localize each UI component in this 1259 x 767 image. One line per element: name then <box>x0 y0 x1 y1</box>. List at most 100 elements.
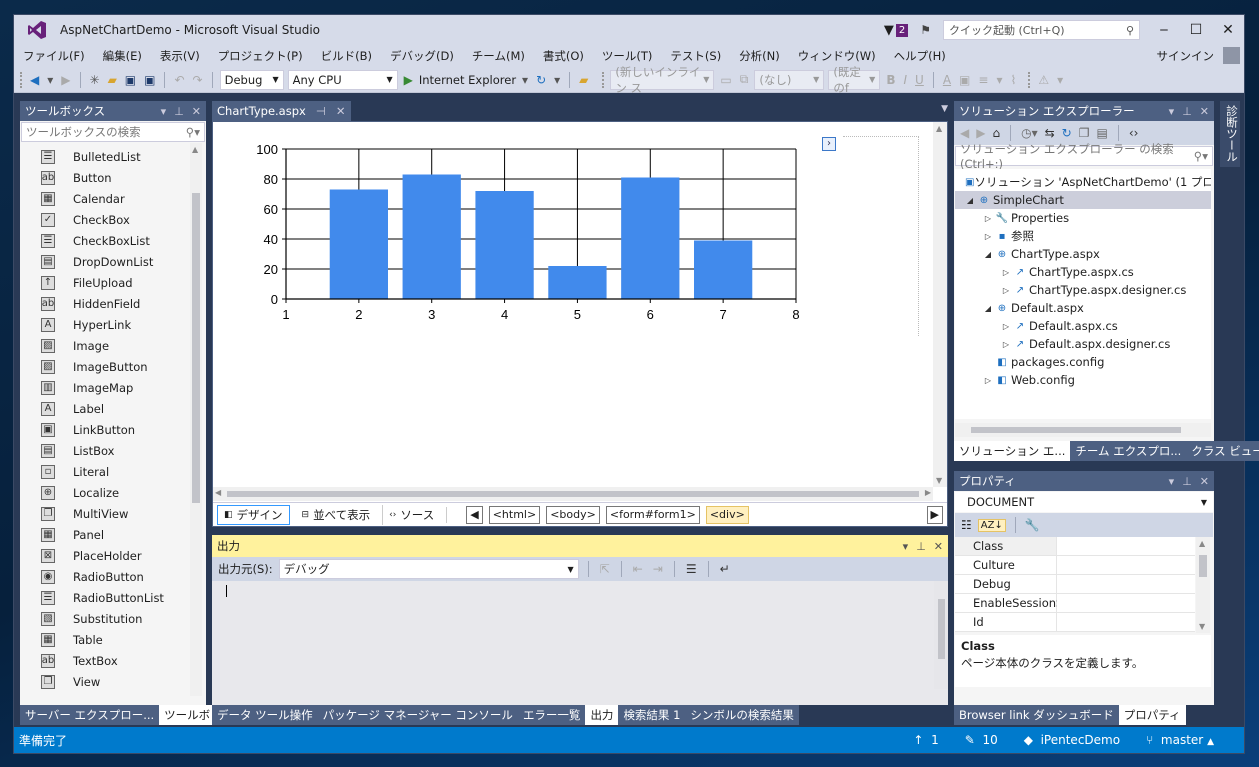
toolbox-item-listbox[interactable]: ▤ ListBox <box>21 440 187 461</box>
output-source-select[interactable]: デバッグ ▼ <box>278 559 579 579</box>
tree-node[interactable]: ▷ ↗ Default.aspx.cs <box>955 317 1211 335</box>
platform-select[interactable]: Any CPU ▼ <box>287 69 398 90</box>
target-rule-select[interactable]: (なし) ▼ <box>754 69 825 90</box>
quick-launch-input[interactable]: クイック起動 (Ctrl+Q) ⚲ <box>943 20 1140 40</box>
unpublished-commits[interactable]: ↑ 1 <box>913 733 938 747</box>
feedback-icon[interactable]: ⚑ <box>920 23 931 37</box>
menu-file[interactable]: ファイル(F) <box>14 48 94 64</box>
next-message-icon[interactable]: ⇥ <box>651 562 665 576</box>
back-dropdown-icon[interactable]: ▾ <box>45 73 55 87</box>
vertical-scrollbar[interactable]: ▲ ▼ <box>933 122 947 487</box>
toolbox-item-button[interactable]: ab Button <box>21 167 187 188</box>
word-wrap-icon[interactable]: ↵ <box>718 562 732 576</box>
property-value[interactable] <box>1057 575 1195 593</box>
toolbox-item-checkboxlist[interactable]: ☰ CheckBoxList <box>21 230 187 251</box>
menu-project[interactable]: プロジェクト(P) <box>209 48 312 64</box>
tab-charttype-aspx[interactable]: ChartType.aspx ⊣ ✕ <box>212 101 351 121</box>
toolbox-item-radiobuttonlist[interactable]: ☰ RadioButtonList <box>21 587 187 608</box>
validation-icon[interactable]: ⚠ <box>1036 73 1051 87</box>
menu-format[interactable]: 書式(O) <box>534 48 593 64</box>
design-view-button[interactable]: ◧ デザイン <box>217 504 290 525</box>
close-icon[interactable]: ✕ <box>934 540 943 553</box>
toolbox-search-input[interactable]: ツールボックスの検索 ⚲▾ <box>21 122 205 142</box>
toolbox-item-placeholder[interactable]: ⊠ PlaceHolder <box>21 545 187 566</box>
tree-node[interactable]: ▷ ↗ Default.aspx.designer.cs <box>955 335 1211 353</box>
collapsed-arrow-icon[interactable]: ▷ <box>1001 286 1011 295</box>
forward-icon[interactable]: ▶ <box>59 73 72 87</box>
scrollbar-thumb[interactable] <box>938 599 945 659</box>
maximize-button[interactable]: ☐ <box>1180 22 1212 38</box>
split-view-button[interactable]: ⊟ 並べて表示 <box>296 505 377 525</box>
toolbox-item-wizard[interactable]: * Wizard <box>21 692 187 696</box>
breadcrumb-body[interactable]: <body> <box>546 505 600 524</box>
save-icon[interactable]: ▣ <box>123 73 138 87</box>
property-row[interactable]: Id <box>955 613 1195 632</box>
property-grid-scrollbar[interactable]: ▲ ▼ <box>1196 537 1210 633</box>
property-pages-icon[interactable]: 🔧 <box>1025 518 1040 532</box>
tab-output[interactable]: 出力 <box>585 705 619 725</box>
tree-node[interactable]: ◢ ⊕ Default.aspx <box>955 299 1211 317</box>
tab-browser-link-dashboard[interactable]: Browser link ダッシュボード <box>954 705 1119 725</box>
collapsed-arrow-icon[interactable]: ▷ <box>1001 322 1011 331</box>
scroll-left-icon[interactable]: ◀ <box>215 488 221 497</box>
font-select[interactable]: (既定のf ▼ <box>828 65 881 95</box>
dropdown-icon[interactable]: ▾ <box>903 540 909 553</box>
tab-package-manager-console[interactable]: パッケージ マネージャー コンソール <box>317 705 518 725</box>
toolbox-item-panel[interactable]: ▦ Panel <box>21 524 187 545</box>
menu-help[interactable]: ヘルプ(H) <box>885 48 955 64</box>
breadcrumb-form[interactable]: <form#form1> <box>605 505 700 524</box>
tree-node[interactable]: ▷ ◧ Web.config <box>955 371 1211 389</box>
breadcrumb-html[interactable]: <html> <box>488 505 541 524</box>
tab-diagnostic-tools[interactable]: 診断ツール <box>1220 101 1240 167</box>
toolbar-grip[interactable] <box>602 71 606 88</box>
view-code-icon[interactable]: ‹› <box>1129 126 1139 140</box>
source-view-button[interactable]: ‹› ソース <box>382 504 440 525</box>
refresh-icon[interactable]: ↻ <box>1062 126 1072 140</box>
dropdown-icon[interactable]: ▾ <box>161 105 167 118</box>
scroll-up-icon[interactable]: ▲ <box>192 145 198 154</box>
scroll-right-icon[interactable]: ▶ <box>925 488 931 497</box>
menu-build[interactable]: ビルド(B) <box>312 48 381 64</box>
scrollbar-thumb[interactable] <box>971 427 1181 433</box>
toolbox-item-linkbutton[interactable]: ▣ LinkButton <box>21 419 187 440</box>
pin-icon[interactable]: ⊥ <box>916 540 926 553</box>
scroll-down-icon[interactable]: ▼ <box>1199 622 1205 631</box>
output-vertical-scrollbar[interactable] <box>934 581 948 689</box>
scrollbar-thumb[interactable] <box>192 193 200 503</box>
property-row[interactable]: EnableSessionState <box>955 594 1195 613</box>
tab-solution-explorer[interactable]: ソリューション エ... <box>954 441 1071 461</box>
avatar[interactable] <box>1223 47 1240 64</box>
solution-horizontal-scrollbar[interactable] <box>955 423 1211 437</box>
property-row[interactable]: Culture <box>955 556 1195 575</box>
tab-list-dropdown-icon[interactable]: ▼ <box>941 104 948 114</box>
alphabetical-icon[interactable]: AZ↓ <box>977 518 1006 532</box>
pin-icon[interactable]: ⊥ <box>1182 105 1192 118</box>
toolbox-item-imagemap[interactable]: ▥ ImageMap <box>21 377 187 398</box>
italic-button[interactable]: I <box>901 73 909 87</box>
configuration-select[interactable]: Debug ▼ <box>219 69 284 90</box>
run-dropdown-icon[interactable]: ▾ <box>520 73 530 87</box>
tree-node[interactable]: ▷ 🔧 Properties <box>955 209 1211 227</box>
scroll-up-icon[interactable]: ▲ <box>936 124 942 133</box>
attach-style-icon[interactable]: ⧉ <box>738 72 751 87</box>
close-icon[interactable]: ✕ <box>192 105 201 118</box>
menu-team[interactable]: チーム(M) <box>463 48 534 64</box>
close-icon[interactable]: ✕ <box>1200 475 1209 488</box>
scrollbar-thumb[interactable] <box>1199 555 1207 577</box>
repository[interactable]: ◆ iPentecDemo <box>1024 733 1120 747</box>
notifications-button[interactable]: ▼ 2 <box>884 23 909 38</box>
find-message-icon[interactable]: ⇱ <box>598 562 612 576</box>
collapse-all-icon[interactable]: ❐ <box>1079 126 1090 140</box>
previous-message-icon[interactable]: ⇤ <box>631 562 645 576</box>
menu-window[interactable]: ウィンドウ(W) <box>789 48 885 64</box>
scroll-up-icon[interactable]: ▲ <box>1199 539 1205 548</box>
property-value[interactable] <box>1057 556 1195 574</box>
tree-node[interactable]: ◢ ⊕ SimpleChart <box>955 191 1211 209</box>
menu-debug[interactable]: デバッグ(D) <box>381 48 463 64</box>
solution-search-input[interactable]: ソリューション エクスプローラー の検索 (Ctrl+:) ⚲▾ <box>955 142 1213 171</box>
close-icon[interactable]: ✕ <box>336 104 346 118</box>
dropdown-icon[interactable]: ▾ <box>1169 105 1175 118</box>
expanded-arrow-icon[interactable]: ◢ <box>965 196 975 205</box>
refresh-dropdown-icon[interactable]: ▾ <box>552 73 562 87</box>
toolbox-item-radiobutton[interactable]: ◉ RadioButton <box>21 566 187 587</box>
